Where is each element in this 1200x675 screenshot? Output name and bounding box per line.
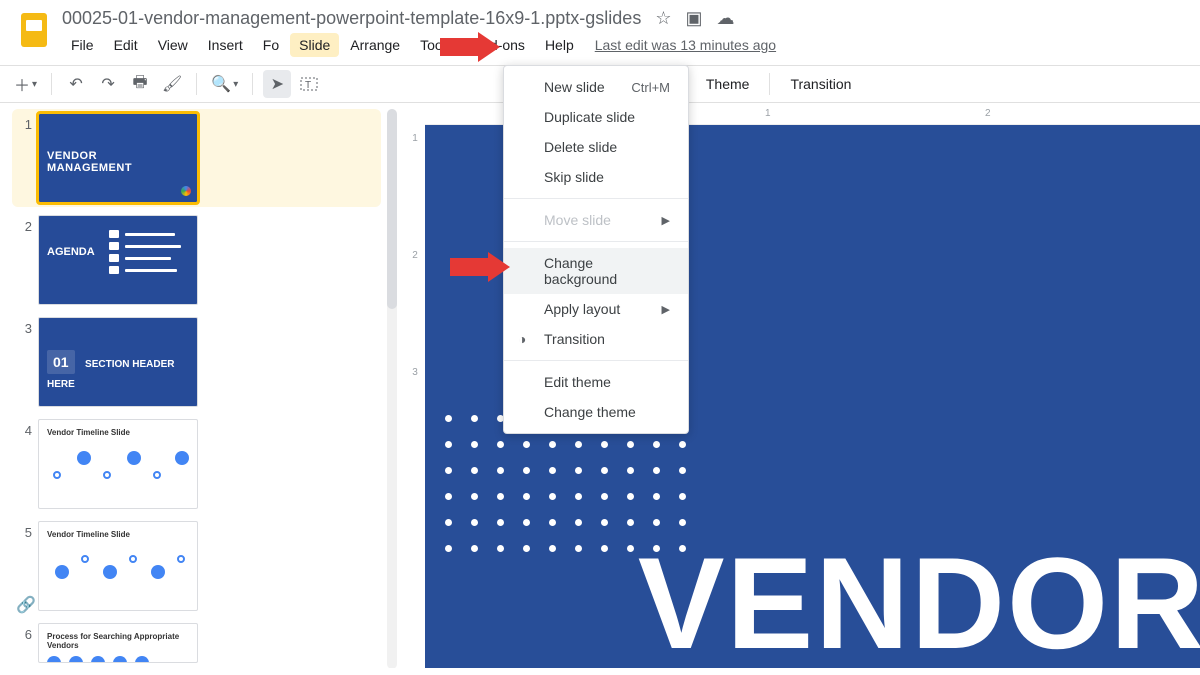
menu-delete-slide[interactable]: Delete slide bbox=[504, 132, 688, 162]
menu-change-background[interactable]: Change background bbox=[504, 248, 688, 294]
new-slide-button[interactable]: ＋▾ bbox=[10, 70, 41, 98]
ruler-mark: 1 bbox=[765, 108, 771, 119]
cloud-status-icon[interactable]: ☁ bbox=[716, 8, 734, 29]
menu-apply-layout-label: Apply layout bbox=[544, 301, 620, 317]
menu-help[interactable]: Help bbox=[536, 33, 583, 57]
slides-logo[interactable] bbox=[14, 10, 54, 50]
menu-duplicate-label: Duplicate slide bbox=[544, 109, 635, 125]
thumb-1-title-a: VENDOR bbox=[47, 150, 189, 162]
ruler-mark: 2 bbox=[412, 250, 418, 261]
slide-menu-dropdown: New slide Ctrl+M Duplicate slide Delete … bbox=[503, 65, 689, 434]
app-header: 00025-01-vendor-management-powerpoint-te… bbox=[0, 0, 1200, 57]
menu-new-slide-label: New slide bbox=[544, 79, 605, 95]
menu-change-bg-label: Change background bbox=[544, 255, 670, 287]
menu-apply-layout[interactable]: Apply layout ▶ bbox=[504, 294, 688, 324]
menu-edit[interactable]: Edit bbox=[105, 33, 147, 57]
menu-insert[interactable]: Insert bbox=[199, 33, 252, 57]
menu-new-slide[interactable]: New slide Ctrl+M bbox=[504, 72, 688, 102]
menu-separator bbox=[504, 198, 688, 199]
menu-delete-label: Delete slide bbox=[544, 139, 617, 155]
slide-title-big: VENDOR bbox=[638, 528, 1200, 668]
menu-skip-label: Skip slide bbox=[544, 169, 604, 185]
annotation-arrow-2 bbox=[450, 252, 510, 282]
star-icon[interactable]: ☆ bbox=[655, 8, 671, 29]
submenu-arrow-icon: ▶ bbox=[662, 303, 670, 316]
slide-thumbnails-panel: 1 VENDOR MANAGEMENT 2 bbox=[0, 103, 405, 668]
select-tool[interactable]: ➤ bbox=[263, 70, 291, 98]
document-title[interactable]: 00025-01-vendor-management-powerpoint-te… bbox=[62, 8, 641, 29]
submenu-arrow-icon: ▶ bbox=[662, 214, 670, 227]
paint-format-button[interactable]: 🖌 bbox=[158, 70, 186, 98]
toolbar-theme[interactable]: Theme bbox=[696, 72, 760, 96]
menu-separator bbox=[504, 360, 688, 361]
thumb-4-title: Vendor Timeline Slide bbox=[47, 428, 189, 437]
menu-move-label: Move slide bbox=[544, 212, 611, 228]
menu-format-truncated[interactable]: Fo bbox=[254, 33, 288, 57]
ruler-mark: 1 bbox=[412, 133, 418, 144]
menu-new-slide-shortcut: Ctrl+M bbox=[631, 80, 670, 95]
menu-file[interactable]: File bbox=[62, 33, 103, 57]
logo-dot-icon bbox=[181, 186, 191, 196]
menu-transition-label: Transition bbox=[544, 331, 605, 347]
menu-view[interactable]: View bbox=[149, 33, 197, 57]
paperclip-icon: 🔗 bbox=[16, 595, 36, 615]
thumbnail-4[interactable]: 4 Vendor Timeline Slide bbox=[12, 419, 381, 509]
menu-skip-slide[interactable]: Skip slide bbox=[504, 162, 688, 192]
menu-slide[interactable]: Slide bbox=[290, 33, 339, 57]
toolbar-transition[interactable]: Transition bbox=[780, 72, 861, 96]
vertical-ruler: 1 2 3 bbox=[405, 103, 425, 668]
zoom-button[interactable]: 🔍▾ bbox=[207, 70, 242, 98]
thumbnail-1[interactable]: 1 VENDOR MANAGEMENT bbox=[12, 109, 381, 207]
menu-move-slide: Move slide ▶ bbox=[504, 205, 688, 235]
thumbnail-number: 3 bbox=[12, 317, 32, 336]
thumbnail-3[interactable]: 3 01 SECTION HEADER HERE bbox=[12, 317, 381, 407]
thumbnail-scrollbar[interactable] bbox=[387, 109, 397, 668]
move-icon[interactable]: ▣ bbox=[685, 8, 702, 29]
thumbnail-number: 2 bbox=[12, 215, 32, 234]
svg-text:T: T bbox=[305, 80, 311, 91]
menu-separator bbox=[504, 241, 688, 242]
transition-icon: ◑ bbox=[518, 331, 526, 347]
menu-arrange[interactable]: Arrange bbox=[341, 33, 409, 57]
annotation-arrow-1 bbox=[440, 32, 500, 62]
thumbnail-6[interactable]: 6 Process for Searching Appropriate Vend… bbox=[12, 623, 381, 663]
menu-transition[interactable]: ◑ Transition bbox=[504, 324, 688, 354]
redo-button[interactable]: ↷ bbox=[94, 70, 122, 98]
thumb-5-title: Vendor Timeline Slide bbox=[47, 530, 189, 539]
menu-edit-theme[interactable]: Edit theme bbox=[504, 367, 688, 397]
menu-change-theme[interactable]: Change theme bbox=[504, 397, 688, 427]
ruler-mark: 3 bbox=[412, 367, 418, 378]
thumb-3-number: 01 bbox=[47, 350, 75, 374]
last-edit-link[interactable]: Last edit was 13 minutes ago bbox=[595, 37, 776, 53]
thumb-1-title-b: MANAGEMENT bbox=[47, 162, 189, 174]
ruler-mark: 2 bbox=[985, 108, 991, 119]
thumbnail-number: 4 bbox=[12, 419, 32, 438]
menu-edit-theme-label: Edit theme bbox=[544, 374, 611, 390]
menu-bar: File Edit View Insert Fo Slide Arrange T… bbox=[62, 33, 1186, 57]
textbox-tool[interactable]: T bbox=[295, 70, 323, 98]
menu-duplicate-slide[interactable]: Duplicate slide bbox=[504, 102, 688, 132]
print-button[interactable]: 🖶 bbox=[126, 70, 154, 98]
thumbnail-number: 6 bbox=[12, 623, 32, 642]
undo-button[interactable]: ↶ bbox=[62, 70, 90, 98]
thumbnail-5[interactable]: 5 Vendor Timeline Slide bbox=[12, 521, 381, 611]
thumbnail-number: 5 bbox=[12, 521, 32, 540]
menu-change-theme-label: Change theme bbox=[544, 404, 636, 420]
thumbnail-2[interactable]: 2 AGENDA bbox=[12, 215, 381, 305]
thumbnail-number: 1 bbox=[12, 113, 32, 132]
thumb-6-title: Process for Searching Appropriate Vendor… bbox=[47, 632, 189, 650]
